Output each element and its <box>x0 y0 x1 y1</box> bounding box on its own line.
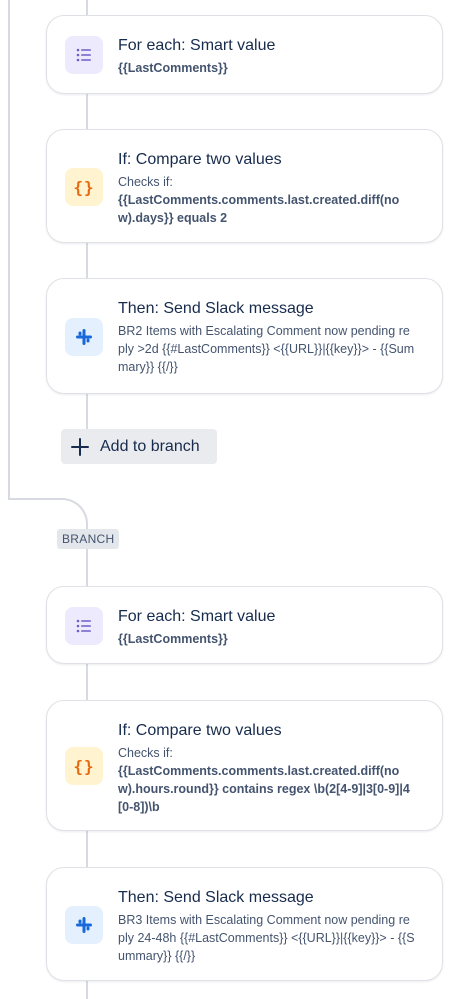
plus-icon <box>70 437 90 457</box>
slack-card[interactable]: Then: Send Slack message BR3 Items with … <box>46 867 443 981</box>
foreach-value: {{LastComments}} <box>118 61 228 75</box>
slack-title: Then: Send Slack message <box>118 300 314 317</box>
foreach-title: For each: Smart value <box>118 608 276 625</box>
outer-branch-line <box>8 0 10 500</box>
connector-line <box>86 93 88 130</box>
branch-label: BRANCH <box>57 529 120 549</box>
if-title: If: Compare two values <box>118 151 282 168</box>
slack-card[interactable]: Then: Send Slack message BR2 Items with … <box>46 278 443 394</box>
connector-line <box>86 242 88 279</box>
if-condition: {{LastComments.comments.last.created.dif… <box>118 764 410 814</box>
checks-label: Checks if: <box>118 175 173 189</box>
foreach-card[interactable]: For each: Smart value {{LastComments}} <box>46 586 443 664</box>
if-card[interactable]: {} If: Compare two values Checks if: {{L… <box>46 700 443 831</box>
if-card[interactable]: {} If: Compare two values Checks if: {{L… <box>46 129 443 243</box>
add-to-branch-label: Add to branch <box>100 437 200 455</box>
add-to-branch-button[interactable]: Add to branch <box>61 429 217 464</box>
if-condition: {{LastComments.comments.last.created.dif… <box>118 193 400 225</box>
list-icon <box>65 607 103 645</box>
connector-line <box>86 980 88 999</box>
braces-icon: {} <box>65 168 103 206</box>
braces-icon: {} <box>65 747 103 785</box>
connector-line <box>86 393 88 429</box>
slack-title: Then: Send Slack message <box>118 889 314 906</box>
foreach-card[interactable]: For each: Smart value {{LastComments}} <box>46 15 443 94</box>
slack-message: BR2 Items with Escalating Comment now pe… <box>118 324 415 374</box>
connector-line <box>86 830 88 868</box>
slack-message: BR3 Items with Escalating Comment now pe… <box>118 913 415 963</box>
if-title: If: Compare two values <box>118 722 282 739</box>
connector-line <box>86 663 88 701</box>
checks-label: Checks if: <box>118 746 173 760</box>
slack-icon <box>65 318 103 356</box>
slack-icon <box>65 906 103 944</box>
foreach-value: {{LastComments}} <box>118 632 228 646</box>
list-icon <box>65 36 103 74</box>
connector-line <box>86 0 88 16</box>
foreach-title: For each: Smart value <box>118 37 276 54</box>
